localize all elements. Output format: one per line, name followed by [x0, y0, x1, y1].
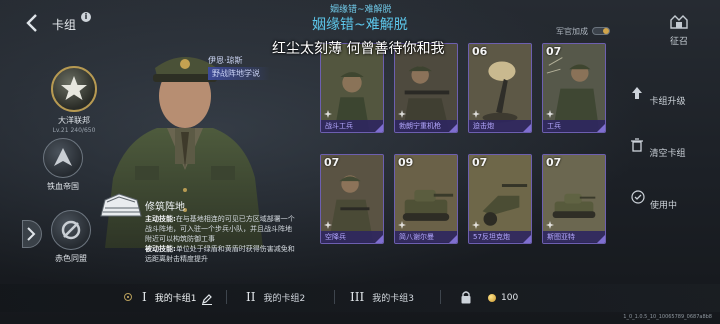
deck-tab-1[interactable]: I 我的卡组1	[142, 290, 213, 305]
card-corner	[597, 235, 605, 243]
card-corner	[523, 124, 531, 132]
card-cost: 07	[324, 156, 340, 169]
trash-icon	[631, 138, 644, 152]
deck-number: II	[246, 290, 256, 304]
red-alliance-icon	[51, 210, 91, 250]
commander-doctrine: 野战阵地学说	[208, 67, 270, 80]
deck-number: III	[350, 290, 365, 304]
card-corner	[375, 235, 383, 243]
card-cost: 09	[398, 156, 414, 169]
card-corner	[523, 235, 531, 243]
page-title: 卡组	[52, 18, 77, 32]
army-bonus-toggle[interactable]	[592, 27, 610, 35]
skill-description: 主动技能:在与基地相连的可见已方区域部署一个战斗阵地，可入驻一个步兵小队，并且战…	[145, 214, 295, 264]
active-skill-label: 主动技能:	[145, 215, 176, 223]
back-arrow-icon[interactable]	[22, 12, 44, 34]
card-name: 简八谢尔曼	[399, 233, 434, 241]
conquest-button[interactable]: 征召	[664, 14, 694, 47]
passive-skill-label: 被动技能:	[145, 245, 176, 253]
deck-tab-3[interactable]: III 我的卡组3	[350, 290, 414, 304]
arrow-up-icon	[632, 87, 643, 99]
deck-label: 我的卡组3	[372, 294, 414, 304]
card-corner	[449, 124, 457, 132]
iron-empire-icon	[43, 138, 83, 178]
card-cost: 06	[472, 45, 488, 58]
card-name: 斯图亚特	[547, 233, 575, 241]
clear-deck-button[interactable]: 清空卡组	[628, 138, 688, 160]
card-corner	[597, 124, 605, 132]
lyric-overlay: 红尘太刻薄 何曾善待你和我	[272, 41, 445, 57]
card-name: 战斗工兵	[325, 122, 353, 130]
info-icon[interactable]: i	[81, 12, 91, 22]
skill-name: 修筑阵地	[145, 202, 185, 213]
active-deck-indicator-icon	[124, 293, 132, 301]
song-title: 姻缘错~难解脱	[312, 17, 408, 33]
check-circle-icon	[631, 190, 645, 204]
deck-upgrade-button[interactable]: 卡组升级	[628, 86, 688, 108]
divider	[440, 290, 441, 304]
unit-card[interactable]: 07 斯图亚特	[542, 154, 606, 244]
card-name: 勃朗宁重机枪	[399, 122, 441, 130]
unit-card[interactable]: 09 简八谢尔曼	[394, 154, 458, 244]
star-icon	[61, 76, 87, 100]
card-name: 迫击炮	[473, 122, 494, 130]
unit-card[interactable]: 07 空降兵	[320, 154, 384, 244]
card-corner	[449, 235, 457, 243]
faction-red-alliance[interactable]: 赤色同盟	[48, 210, 94, 264]
deck-tab-2[interactable]: II 我的卡组2	[246, 290, 305, 304]
expand-arrow-button[interactable]	[22, 220, 42, 248]
unit-card[interactable]: 07 57反坦克炮	[468, 154, 532, 244]
edit-icon[interactable]	[201, 293, 213, 305]
card-cost: 07	[472, 156, 488, 169]
card-cost: 07	[546, 45, 562, 58]
deck-label: 我的卡组1	[154, 294, 197, 304]
faction-emblem	[51, 66, 97, 112]
conquest-label: 征召	[669, 37, 688, 47]
lock-icon[interactable]	[460, 290, 472, 304]
deck-upgrade-label: 卡组升级	[649, 97, 686, 107]
card-cost: 07	[546, 156, 562, 169]
divider	[334, 290, 335, 304]
faction-iron-empire[interactable]: 铁血帝国	[40, 138, 86, 192]
unit-card[interactable]: 07 工兵	[542, 43, 606, 133]
card-corner	[375, 124, 383, 132]
in-use-button[interactable]: 使用中	[624, 190, 684, 212]
deck-number: I	[142, 290, 147, 304]
fortification-icon	[100, 193, 142, 217]
card-name: 57反坦克炮	[473, 233, 510, 241]
coin-amount: 100	[501, 293, 519, 303]
in-use-label: 使用中	[650, 201, 678, 211]
version-string: 1_0_1.0.5_10_10065789_0687a8b8	[623, 314, 712, 320]
faction-name: 赤色同盟	[55, 254, 87, 263]
unit-card[interactable]: 06 迫击炮	[468, 43, 532, 133]
commander-name: 伊恩·琼斯	[208, 56, 243, 65]
conquest-icon	[670, 15, 688, 29]
divider	[226, 290, 227, 304]
deck-label: 我的卡组2	[263, 294, 306, 304]
card-name: 工兵	[547, 122, 561, 130]
chevron-right-icon	[27, 227, 36, 241]
clear-deck-label: 清空卡组	[649, 149, 686, 159]
coin-icon	[488, 294, 496, 302]
card-name: 空降兵	[325, 233, 346, 241]
army-bonus-label: 军官加成	[556, 27, 588, 36]
faction-name: 铁血帝国	[47, 182, 79, 191]
